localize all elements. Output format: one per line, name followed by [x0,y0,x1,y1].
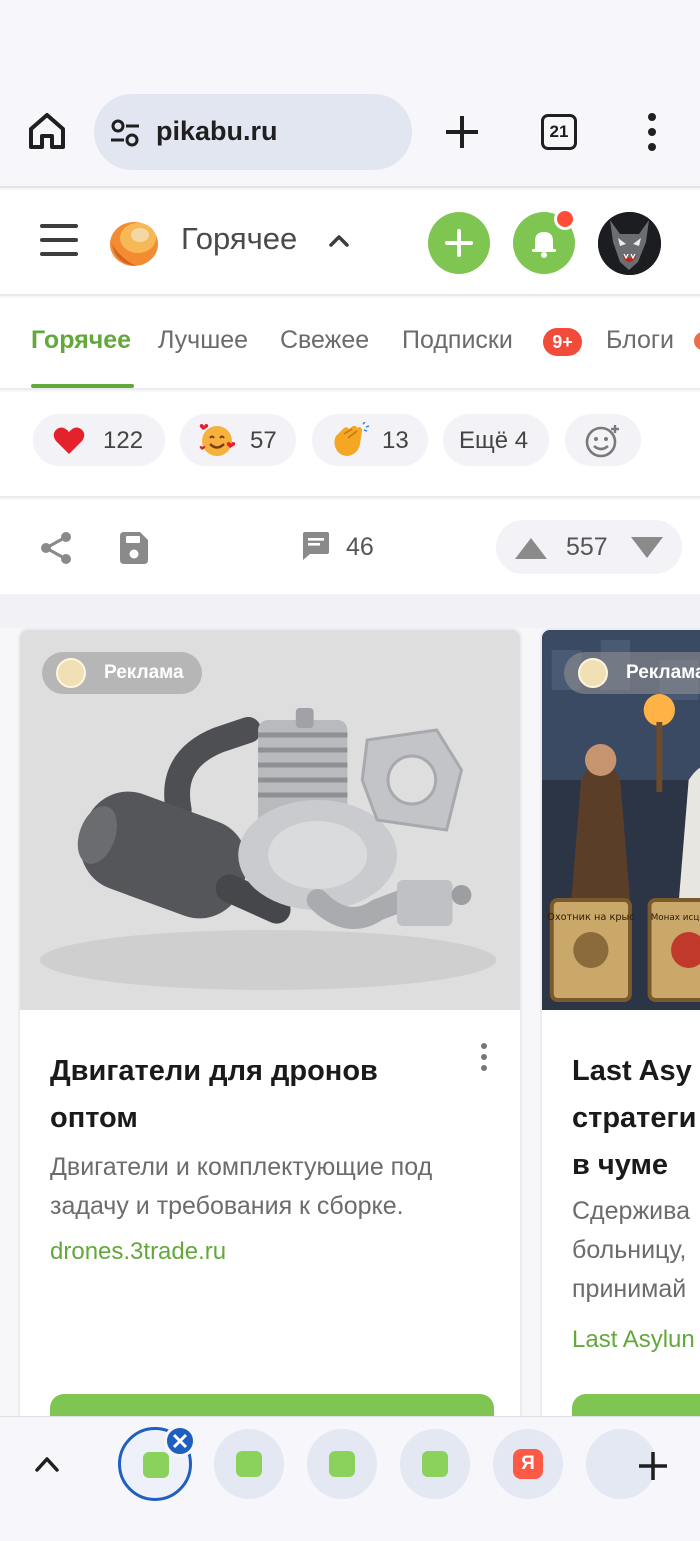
ad-description: Двигатели и комплектующие под задачу и т… [50,1153,433,1220]
plus-icon [445,229,473,257]
game-card-caption: Охотник на крыс [547,912,635,923]
tab-badge-dot [694,332,700,350]
menu-icon[interactable] [40,222,78,258]
url-text: pikabu.ru [156,116,278,146]
tab-hot[interactable]: Горячее [31,326,131,355]
site-settings-icon[interactable] [110,118,140,148]
subscriptions-badge: 9+ [543,328,582,356]
add-reaction-button[interactable] [565,414,641,466]
ad-label: Реклама [564,652,700,694]
tab-thumbnail[interactable]: Я [493,1429,563,1499]
pikabu-favicon-icon [329,1451,355,1477]
more-reactions-button[interactable]: Ещё 4 [443,414,549,466]
tab-switcher-button[interactable]: 21 [541,114,577,150]
reaction-heart[interactable]: 122 [33,414,165,466]
pikabu-favicon-icon [236,1451,262,1477]
tab-thumbnail[interactable] [400,1429,470,1499]
tab-fresh[interactable]: Свежее [280,326,369,355]
reaction-clap[interactable]: 13 [312,414,428,466]
tab-subscriptions[interactable]: Подписки [402,326,513,355]
post-score: 557 [566,533,608,561]
ad-title[interactable]: Двигатели для дронов оптом [50,1048,470,1142]
ad-domain[interactable]: drones.3trade.ru [50,1238,226,1266]
address-bar[interactable]: pikabu.ru [94,94,412,170]
home-icon[interactable] [26,110,68,152]
comment-icon[interactable] [300,530,332,562]
ad-card[interactable]: Охотник на крыс Монах исцелите Реклама L… [540,628,700,1458]
tab-blogs[interactable]: Блоги [606,326,674,355]
chevron-up-icon[interactable] [34,1455,60,1473]
comment-count: 46 [346,533,374,561]
active-tab-indicator [31,384,134,388]
tab-thumbnail[interactable] [214,1429,284,1499]
browser-toolbar: pikabu.ru 21 [0,0,700,188]
tab-strip: Я [0,1416,700,1541]
tab-thumbnail[interactable] [307,1429,377,1499]
new-tab-icon[interactable] [442,112,482,152]
clap-icon [334,422,370,456]
reaction-hearts-face[interactable]: 57 [180,414,296,466]
pikabu-favicon-icon [422,1451,448,1477]
heart-icon [53,427,85,454]
feed-title[interactable]: Горячее [181,221,297,257]
feed-divider [0,594,700,628]
add-post-button[interactable] [428,212,490,274]
ad-description: Сдержива больницу, принимай [572,1197,691,1303]
more-menu-icon[interactable] [644,112,660,152]
hearts-face-icon [199,424,236,456]
vote-control: 557 [496,520,682,574]
ad-title[interactable]: Last Asy стратеги в чуме [572,1048,700,1189]
add-reaction-icon [585,425,619,458]
notification-dot [554,208,576,230]
advertiser-avatar-icon [56,658,86,688]
ad-menu-icon[interactable] [478,1042,490,1072]
avatar[interactable] [598,212,661,275]
tab-best[interactable]: Лучшее [158,326,248,355]
wolf-avatar-icon [598,212,661,275]
downvote-icon[interactable] [630,536,664,560]
reactions-bar: 122 57 13 Ещё 4 [0,392,700,498]
save-icon[interactable] [118,530,150,566]
site-header: Горячее [0,190,700,296]
ad-domain[interactable]: Last Asylun [572,1326,695,1354]
upvote-icon[interactable] [514,536,548,560]
game-card-caption: Монах исцелите [651,913,700,923]
yandex-favicon-icon: Я [513,1449,543,1479]
ad-card[interactable]: Реклама Двигатели для дронов оптом Двига… [18,628,522,1458]
close-tab-icon[interactable] [164,1425,196,1457]
chevron-up-icon[interactable] [328,230,350,252]
pikabu-favicon-icon [143,1452,169,1478]
ad-label: Реклама [42,652,202,694]
advertiser-avatar-icon [578,658,608,688]
share-icon[interactable] [38,530,74,566]
feed-tabs: Горячее Лучшее Свежее Подписки 9+ Блоги [0,298,700,390]
new-tab-icon[interactable] [636,1449,670,1483]
logo-icon[interactable] [106,214,162,270]
